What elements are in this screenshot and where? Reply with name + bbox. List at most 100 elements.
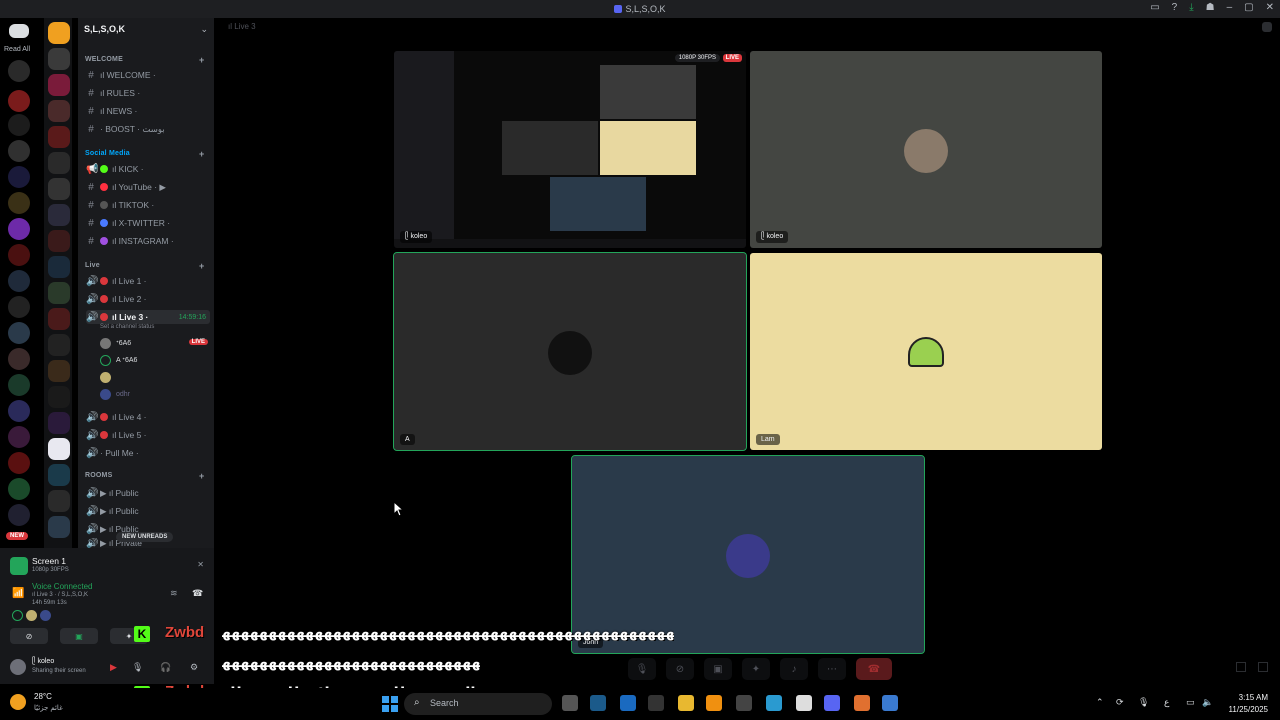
server-icon[interactable] <box>8 400 30 422</box>
add-channel-icon[interactable]: + <box>199 471 204 481</box>
server-icon[interactable] <box>48 464 70 486</box>
voice-member[interactable]: odhr <box>100 388 130 400</box>
channel-rules[interactable]: # ıl RULES · <box>86 86 210 100</box>
user-avatar[interactable] <box>10 659 26 675</box>
server-icon[interactable] <box>48 282 70 304</box>
voice-connected-label[interactable]: Voice Connected <box>32 582 93 591</box>
screen-share-button[interactable]: ▣ <box>704 658 732 680</box>
minimize-button[interactable]: – <box>1227 2 1233 13</box>
server-icon[interactable] <box>8 244 30 266</box>
folder-icon[interactable] <box>48 22 70 44</box>
close-button[interactable]: ✕ <box>1266 2 1274 13</box>
voice-channel-live5[interactable]: 🔊 ıl Live 5 · <box>86 428 210 442</box>
obs-icon[interactable] <box>796 695 812 711</box>
voice-channel-public[interactable]: 🔊 ▶ ıl Public <box>86 486 210 500</box>
category-rooms[interactable]: ROOMS + <box>85 471 204 481</box>
app-icon[interactable] <box>854 695 870 711</box>
voice-channel-live2[interactable]: 🔊 ıl Live 2 · <box>86 292 210 306</box>
add-channel-icon[interactable]: + <box>199 149 204 159</box>
microphone-icon[interactable]: 🎙 <box>132 662 143 673</box>
server-icon[interactable] <box>48 438 70 460</box>
chevron-down-icon[interactable]: ⌄ <box>200 24 208 35</box>
category-social[interactable]: Social Media + <box>85 149 204 159</box>
voice-member[interactable]: ᐩ6A6 <box>100 337 131 349</box>
participant-tile[interactable]: A <box>393 252 747 451</box>
channel-boost[interactable]: # · BOOST · بوست <box>86 122 210 136</box>
headphones-icon[interactable]: 🎧 <box>160 662 171 673</box>
server-icon[interactable] <box>8 90 30 112</box>
activities-button[interactable]: ✦ <box>742 658 770 680</box>
server-icon[interactable] <box>8 270 30 292</box>
file-explorer-icon[interactable] <box>678 695 694 711</box>
vc-icon[interactable]: ☗ <box>1206 2 1215 13</box>
voice-member[interactable] <box>100 371 116 383</box>
dm-avatar[interactable] <box>8 60 30 82</box>
server-icon[interactable] <box>8 452 30 474</box>
voice-channel-pullme[interactable]: 🔊 · Pull Me · <box>86 446 210 460</box>
gear-icon[interactable]: ⚙ <box>190 662 198 673</box>
server-icon[interactable] <box>8 348 30 370</box>
language-indicator[interactable]: ع <box>1164 697 1169 708</box>
epic-games-icon[interactable] <box>648 695 664 711</box>
server-icon[interactable] <box>48 490 70 512</box>
voice-channel-live3[interactable]: 🔊 ıl Live 3 · 14:59:16 <box>86 310 210 324</box>
user-row[interactable]: ᥫ koleo Sharing their screen ▶ 🎙 🎧 ⚙ <box>8 654 208 680</box>
new-unreads-pill[interactable]: NEW UNREADS <box>116 532 174 542</box>
maximize-button[interactable]: ▢ <box>1244 2 1253 13</box>
steam-icon[interactable] <box>590 695 606 711</box>
soundboard-button[interactable]: ♪ <box>780 658 808 680</box>
voice-member[interactable]: A ᐩ6A6 <box>100 354 137 366</box>
discord-taskbar-icon[interactable] <box>824 695 840 711</box>
stream-preview[interactable]: Screen 1 1080p 30FPS ✕ <box>10 554 210 580</box>
category-live[interactable]: Live + <box>85 261 204 271</box>
server-icon[interactable] <box>8 114 30 136</box>
disconnect-button[interactable]: ☎ <box>856 658 892 680</box>
channel-youtube[interactable]: # ıl YouTube · ▶ <box>86 180 210 194</box>
channel-status[interactable]: Set a channel status <box>100 324 154 330</box>
microphone-button[interactable]: 🎙 <box>628 658 656 680</box>
voice-channel-live1[interactable]: 🔊 ıl Live 1 · <box>86 274 210 288</box>
camera-off-button[interactable]: ⊘ <box>10 628 48 644</box>
server-icon[interactable] <box>8 504 30 526</box>
volume-icon[interactable]: 🔈 <box>1202 697 1213 708</box>
app-icon[interactable] <box>706 695 722 711</box>
participant-tile[interactable]: John <box>571 455 925 654</box>
signal-icon[interactable]: 📶 <box>12 588 24 599</box>
server-icon[interactable] <box>48 126 70 148</box>
sync-icon[interactable]: ⟳ <box>1116 697 1124 708</box>
edge-icon[interactable] <box>766 695 782 711</box>
server-icon[interactable] <box>48 308 70 330</box>
channel-twitter[interactable]: # ıl X-TWITTER · <box>86 216 210 230</box>
fullscreen-icon[interactable] <box>1258 662 1268 672</box>
more-button[interactable]: ⋯ <box>818 658 846 680</box>
channel-news[interactable]: # ıl NEWS · <box>86 104 210 118</box>
server-icon[interactable] <box>48 74 70 96</box>
stream-icon[interactable]: ▶ <box>110 662 117 673</box>
browser-icon[interactable] <box>620 695 636 711</box>
server-icon[interactable] <box>8 478 30 500</box>
server-icon[interactable] <box>48 178 70 200</box>
close-icon[interactable]: ✕ <box>197 560 204 569</box>
server-icon[interactable] <box>48 516 70 538</box>
server-icon[interactable] <box>8 166 30 188</box>
network-icon[interactable]: ▭ <box>1186 697 1195 708</box>
server-icon[interactable] <box>48 334 70 356</box>
voice-channel-path[interactable]: ıl Live 3 · / S,L,S,O,K <box>32 592 88 598</box>
voice-channel-public[interactable]: 🔊 ▶ ıl Public <box>86 504 210 518</box>
server-name[interactable]: S,L,S,O,K <box>84 24 125 34</box>
microphone-tray-icon[interactable]: 🎙 <box>1138 697 1149 708</box>
discord-home-icon[interactable] <box>9 24 29 38</box>
clock[interactable]: 3:15 AM 11/25/2025 <box>1229 692 1268 716</box>
channel-welcome[interactable]: # ıl WELCOME · <box>86 68 210 82</box>
channel-kick[interactable]: 📢 ıl KICK · <box>86 162 210 176</box>
category-welcome[interactable]: WELCOME + <box>85 55 204 65</box>
app-icon[interactable] <box>736 695 752 711</box>
chat-icon[interactable] <box>1262 22 1272 32</box>
help-icon[interactable]: ? <box>1172 2 1178 13</box>
server-icon[interactable] <box>48 360 70 382</box>
search-box[interactable]: ⌕ Search <box>404 693 552 715</box>
server-icon[interactable] <box>48 412 70 434</box>
disconnect-icon[interactable]: ☎ <box>192 588 203 599</box>
server-icon[interactable] <box>8 322 30 344</box>
add-channel-icon[interactable]: + <box>199 55 204 65</box>
